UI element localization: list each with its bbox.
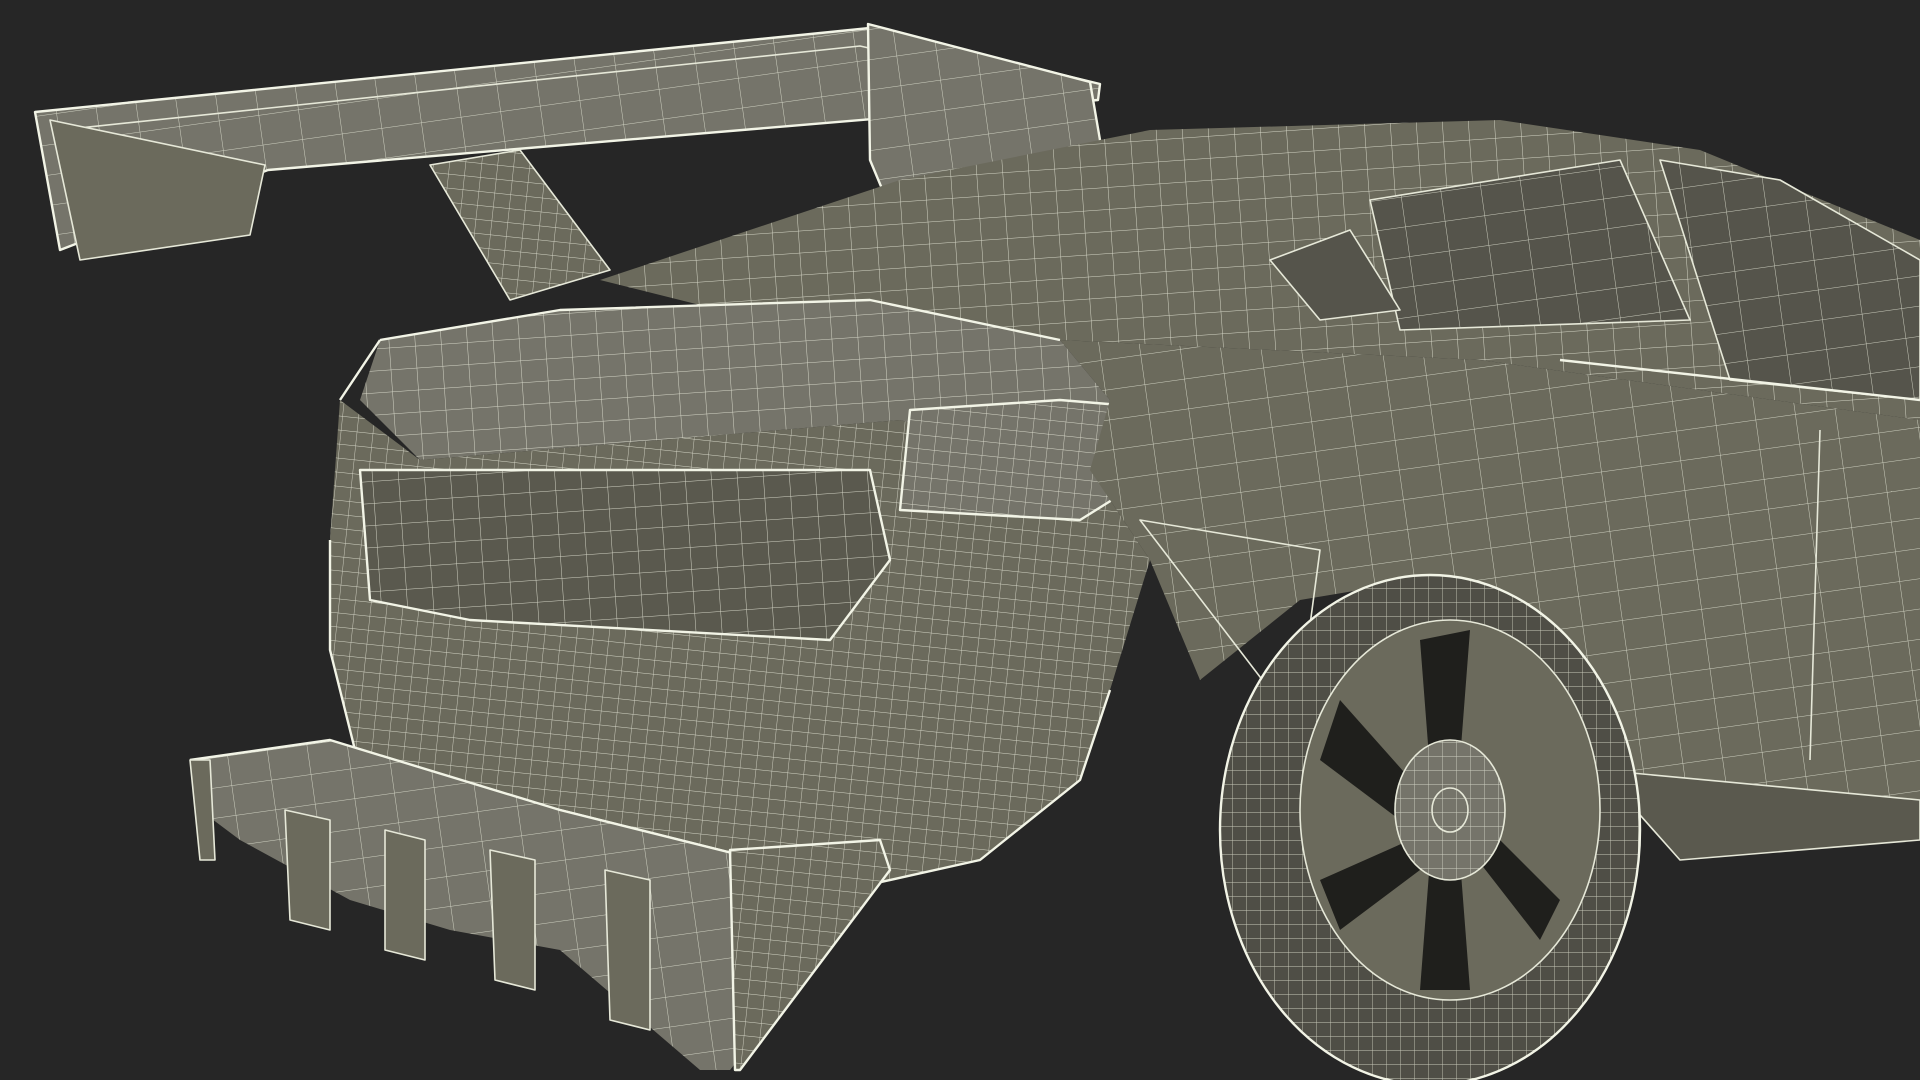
wireframe-render	[33, 22, 1920, 1080]
3d-viewport[interactable]	[0, 0, 1920, 1080]
rear-wheel	[1218, 573, 1642, 1080]
